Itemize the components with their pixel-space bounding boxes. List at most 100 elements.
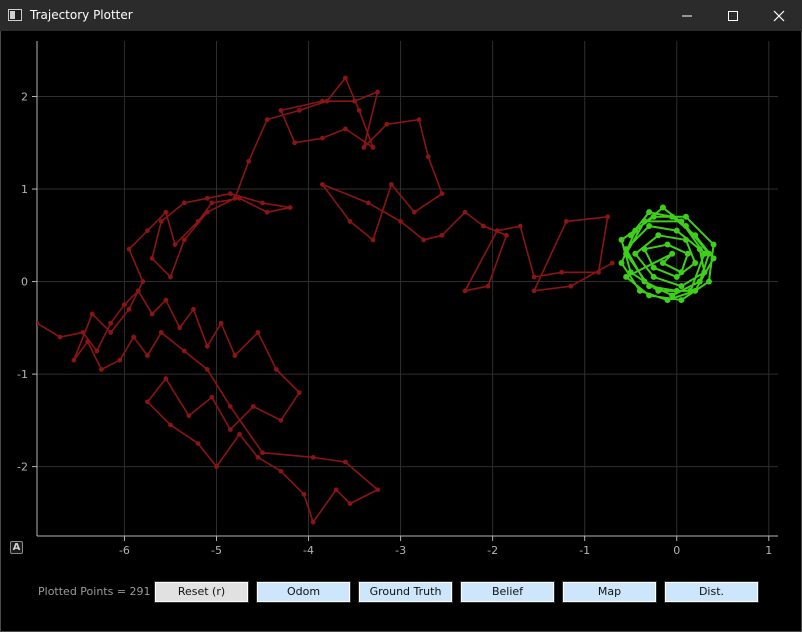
trajectory-point <box>140 279 146 284</box>
trajectory-point <box>531 288 537 294</box>
trajectory-point <box>641 278 648 285</box>
app-icon <box>8 9 22 21</box>
trajectory-point <box>246 158 252 164</box>
trajectory-point <box>89 311 95 317</box>
trajectory-point <box>57 334 63 340</box>
trajectory-point <box>398 219 403 224</box>
maximize-button[interactable] <box>710 0 756 31</box>
trajectory-point <box>655 232 662 239</box>
trajectory-point <box>646 209 653 216</box>
trajectory-point <box>563 219 569 224</box>
trajectory-point <box>684 250 691 257</box>
trajectory-series-1 <box>618 204 717 304</box>
trajectory-point <box>627 269 634 276</box>
trajectory-point <box>108 330 114 335</box>
trajectory-point <box>361 145 367 150</box>
trajectory-point <box>504 232 509 238</box>
trajectory-point <box>168 274 173 280</box>
x-tick-label: -6 <box>119 544 130 557</box>
y-tick-label: 0 <box>21 276 28 289</box>
trajectory-point <box>375 89 380 95</box>
minimize-button[interactable] <box>664 0 710 31</box>
trajectory-point <box>214 464 219 470</box>
trajectory-point <box>117 357 123 363</box>
trajectory-point <box>673 227 680 234</box>
trajectory-point <box>678 269 685 276</box>
ground-truth-button[interactable]: Ground Truth <box>358 581 453 603</box>
trajectory-point <box>650 264 657 271</box>
trajectory-point <box>646 283 653 290</box>
trajectory-point <box>632 250 639 257</box>
trajectory-point <box>227 404 233 409</box>
trajectory-point <box>605 214 611 220</box>
x-tick-label: 0 <box>673 544 680 557</box>
trajectory-point <box>108 320 114 326</box>
trajectory-point <box>669 292 676 299</box>
trajectory-point <box>181 348 187 354</box>
trajectory-point <box>71 357 77 363</box>
trajectory-point <box>264 117 270 123</box>
title-bar: Trajectory Plotter <box>0 0 802 31</box>
trajectory-point <box>531 274 537 280</box>
trajectory-point <box>273 367 279 372</box>
trajectory-point <box>310 519 316 525</box>
trajectory-point <box>618 260 625 267</box>
trajectory-point <box>692 232 699 239</box>
trajectory-point <box>682 236 689 243</box>
trajectory-point <box>412 209 417 215</box>
trajectory-point <box>692 260 699 267</box>
belief-button[interactable]: Belief <box>460 581 555 603</box>
trajectory-point <box>627 232 634 239</box>
trajectory-point <box>701 269 708 276</box>
map-button[interactable]: Map <box>562 581 657 603</box>
x-tick-label: -4 <box>303 544 314 557</box>
trajectory-point <box>347 219 353 224</box>
maximize-icon <box>728 10 738 21</box>
trajectory-point <box>347 501 353 507</box>
y-tick-label: 1 <box>21 183 28 196</box>
trajectory-point <box>701 250 708 257</box>
trajectory-point <box>181 237 187 243</box>
trajectory-point <box>659 204 666 211</box>
trajectory-point <box>673 287 680 294</box>
trajectory-point <box>204 367 210 372</box>
trajectory-point <box>145 399 150 405</box>
dist-button[interactable]: Dist. <box>664 581 759 603</box>
trajectory-point <box>682 213 689 220</box>
trajectory-point <box>352 98 357 104</box>
x-tick-label: -3 <box>395 544 406 557</box>
trajectory-line <box>37 77 613 523</box>
odom-button[interactable]: Odom <box>256 581 351 603</box>
trajectory-point <box>669 250 676 257</box>
trajectory-point <box>204 195 210 201</box>
reset-button[interactable]: Reset (r) <box>154 581 249 603</box>
trajectory-point <box>287 205 293 210</box>
trajectory-point <box>296 390 302 395</box>
trajectory-point <box>209 394 215 400</box>
trajectory-plot[interactable]: -6 -5 -4 -3 -2 -1 0 1 -2 -1 0 1 2 <box>1 31 801 561</box>
trajectory-point <box>462 288 468 294</box>
trajectory-point <box>80 330 86 335</box>
trajectory-point <box>278 468 284 474</box>
trajectory-point <box>388 182 394 187</box>
trajectory-point <box>494 228 500 234</box>
trajectory-point <box>177 325 183 331</box>
main-content: -6 -5 -4 -3 -2 -1 0 1 -2 -1 0 1 2 A Plotted Points =… <box>1 31 801 631</box>
close-button[interactable] <box>756 0 802 31</box>
trajectory-point <box>559 269 565 275</box>
trajectory-point <box>85 339 91 345</box>
auto-range-button[interactable]: A <box>10 541 23 554</box>
trajectory-point <box>237 431 242 437</box>
trajectory-series-0 <box>37 75 615 525</box>
trajectory-point <box>632 227 639 234</box>
trajectory-point <box>696 278 703 285</box>
trajectory-point <box>669 213 676 220</box>
trajectory-point <box>204 343 210 349</box>
trajectory-point <box>623 250 630 257</box>
trajectory-point <box>365 200 371 206</box>
trajectory-point <box>232 353 238 358</box>
trajectory-point <box>462 209 468 215</box>
trajectory-point <box>370 145 376 150</box>
trajectory-point <box>356 107 362 113</box>
y-tick-label: -1 <box>17 368 28 381</box>
